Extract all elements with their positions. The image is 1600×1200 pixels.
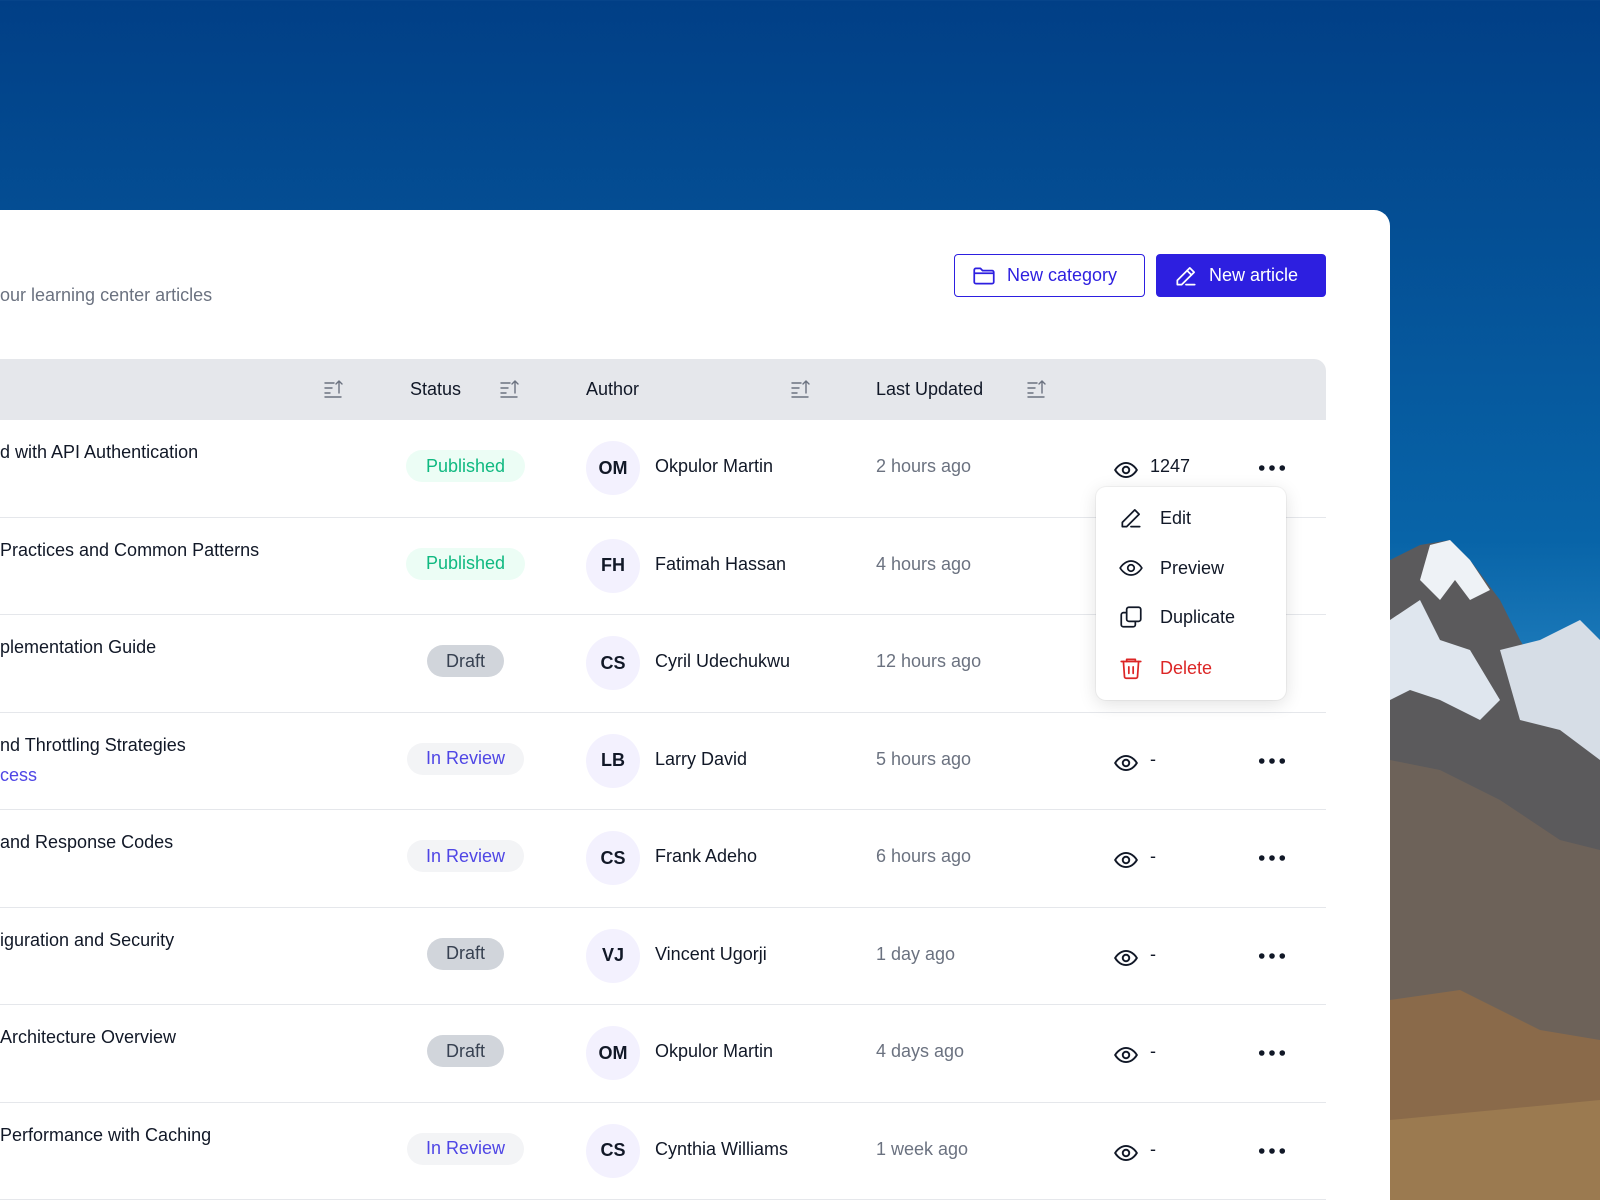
table-row[interactable]: and Response Codes In Review CS Frank Adeho… bbox=[0, 810, 1326, 908]
menu-item-preview[interactable]: Preview bbox=[1096, 545, 1286, 591]
avatar: CS bbox=[586, 636, 640, 690]
last-updated: 6 hours ago bbox=[876, 846, 972, 866]
table-header: Status Author Last Updated bbox=[0, 359, 1326, 420]
pen-icon bbox=[1176, 266, 1196, 286]
more-horizontal-icon bbox=[1258, 757, 1286, 765]
more-horizontal-icon bbox=[1258, 1147, 1286, 1155]
status-badge: Published bbox=[406, 547, 525, 580]
header-last-updated: Last Updated bbox=[876, 379, 984, 399]
article-title[interactable]: Architecture Overview bbox=[0, 1027, 176, 1048]
sort-status-icon[interactable] bbox=[498, 377, 522, 401]
view-count: 1247 bbox=[1150, 456, 1191, 476]
pencil-icon bbox=[1121, 509, 1141, 528]
table-row[interactable]: Architecture Overview Draft OM Okpulor Mart… bbox=[0, 1005, 1326, 1103]
avatar: CS bbox=[586, 831, 640, 885]
article-title[interactable]: d with API Authentication bbox=[0, 442, 198, 463]
view-count: - bbox=[1150, 943, 1156, 964]
status-badge: Draft bbox=[427, 645, 504, 677]
author-name: Vincent Ugorji bbox=[655, 943, 767, 964]
article-title[interactable]: plementation Guide bbox=[0, 637, 156, 658]
status-badge: Published bbox=[406, 450, 525, 482]
row-actions-menu: Edit Preview Duplicate Delete bbox=[1096, 487, 1286, 700]
article-title[interactable]: Practices and Common Patterns bbox=[0, 540, 259, 561]
more-horizontal-icon bbox=[1258, 464, 1286, 472]
more-actions-button[interactable] bbox=[1257, 942, 1287, 970]
author-name: Okpulor Martin bbox=[655, 1041, 774, 1061]
view-count: - bbox=[1150, 846, 1156, 866]
author-name: Fatimah Hassan bbox=[655, 553, 787, 574]
last-updated: 4 hours ago bbox=[876, 553, 972, 574]
article-title[interactable]: Performance with Caching bbox=[0, 1125, 211, 1146]
last-updated: 1 week ago bbox=[876, 1138, 969, 1159]
menu-delete-label: Delete bbox=[1160, 657, 1213, 678]
folder-icon bbox=[973, 267, 995, 284]
more-horizontal-icon bbox=[1258, 1049, 1286, 1057]
status-badge: In Review bbox=[407, 742, 524, 775]
eye-icon bbox=[1113, 945, 1139, 969]
article-title[interactable]: nd Throttling Strategies bbox=[0, 735, 186, 756]
table-row[interactable]: iguration and Security Draft VJ Vincent Ugo… bbox=[0, 908, 1326, 1005]
view-count: - bbox=[1150, 748, 1156, 769]
article-title[interactable]: iguration and Security bbox=[0, 930, 174, 951]
eye-icon bbox=[1113, 847, 1139, 871]
sort-icon[interactable] bbox=[322, 377, 346, 401]
copy-icon bbox=[1120, 606, 1142, 628]
more-actions-button[interactable] bbox=[1257, 1039, 1287, 1067]
trash-icon bbox=[1120, 658, 1142, 680]
last-updated: 4 days ago bbox=[876, 1041, 965, 1061]
more-horizontal-icon bbox=[1258, 952, 1286, 960]
article-category[interactable]: cess bbox=[0, 765, 37, 786]
menu-item-edit[interactable]: Edit bbox=[1096, 495, 1286, 541]
menu-edit-label: Edit bbox=[1160, 507, 1192, 528]
more-actions-button[interactable] bbox=[1257, 844, 1287, 872]
menu-item-duplicate[interactable]: Duplicate bbox=[1096, 594, 1286, 640]
page-subtitle: our learning center articles bbox=[0, 285, 213, 305]
sort-author-icon[interactable] bbox=[789, 377, 813, 401]
menu-preview-label: Preview bbox=[1160, 557, 1225, 578]
last-updated: 1 day ago bbox=[876, 943, 956, 964]
more-actions-button[interactable] bbox=[1257, 1137, 1287, 1165]
avatar: VJ bbox=[586, 928, 640, 983]
sort-updated-icon[interactable] bbox=[1025, 377, 1049, 401]
more-actions-button[interactable] bbox=[1257, 747, 1287, 775]
status-badge: Draft bbox=[427, 937, 504, 970]
new-article-label: New article bbox=[1209, 265, 1299, 285]
author-name: Okpulor Martin bbox=[655, 456, 774, 476]
more-horizontal-icon bbox=[1258, 854, 1286, 862]
avatar: OM bbox=[586, 1026, 640, 1080]
last-updated: 12 hours ago bbox=[876, 651, 982, 671]
eye-icon bbox=[1113, 457, 1139, 481]
avatar: FH bbox=[586, 538, 640, 593]
author-name: Frank Adeho bbox=[655, 846, 758, 866]
eye-icon bbox=[1119, 560, 1143, 576]
header-author: Author bbox=[586, 379, 640, 399]
article-title[interactable]: and Response Codes bbox=[0, 832, 173, 853]
menu-duplicate-label: Duplicate bbox=[1160, 606, 1236, 627]
status-badge: In Review bbox=[407, 1132, 524, 1165]
view-count: - bbox=[1150, 1138, 1156, 1159]
new-category-label: New category bbox=[1007, 265, 1118, 285]
avatar: CS bbox=[586, 1123, 640, 1178]
author-name: Cynthia Williams bbox=[655, 1138, 789, 1159]
menu-item-delete[interactable]: Delete bbox=[1096, 645, 1286, 691]
eye-icon bbox=[1113, 750, 1139, 774]
eye-icon bbox=[1113, 1042, 1139, 1066]
view-count: - bbox=[1150, 1041, 1156, 1061]
avatar: LB bbox=[586, 733, 640, 788]
header-status: Status bbox=[410, 379, 462, 399]
new-category-button[interactable]: New category bbox=[954, 254, 1145, 297]
more-actions-button[interactable] bbox=[1257, 454, 1287, 482]
avatar: OM bbox=[586, 441, 640, 495]
eye-icon bbox=[1113, 1140, 1139, 1164]
table-row[interactable]: Performance with Caching In Review CS Cynth… bbox=[0, 1103, 1326, 1200]
author-name: Larry David bbox=[655, 748, 748, 769]
table-row[interactable]: nd Throttling Strategies cess In Review LB L… bbox=[0, 713, 1326, 810]
last-updated: 5 hours ago bbox=[876, 748, 972, 769]
status-badge: Draft bbox=[427, 1035, 504, 1067]
new-article-button[interactable]: New article bbox=[1156, 254, 1326, 297]
last-updated: 2 hours ago bbox=[876, 456, 972, 476]
author-name: Cyril Udechukwu bbox=[655, 651, 791, 671]
status-badge: In Review bbox=[407, 840, 524, 872]
